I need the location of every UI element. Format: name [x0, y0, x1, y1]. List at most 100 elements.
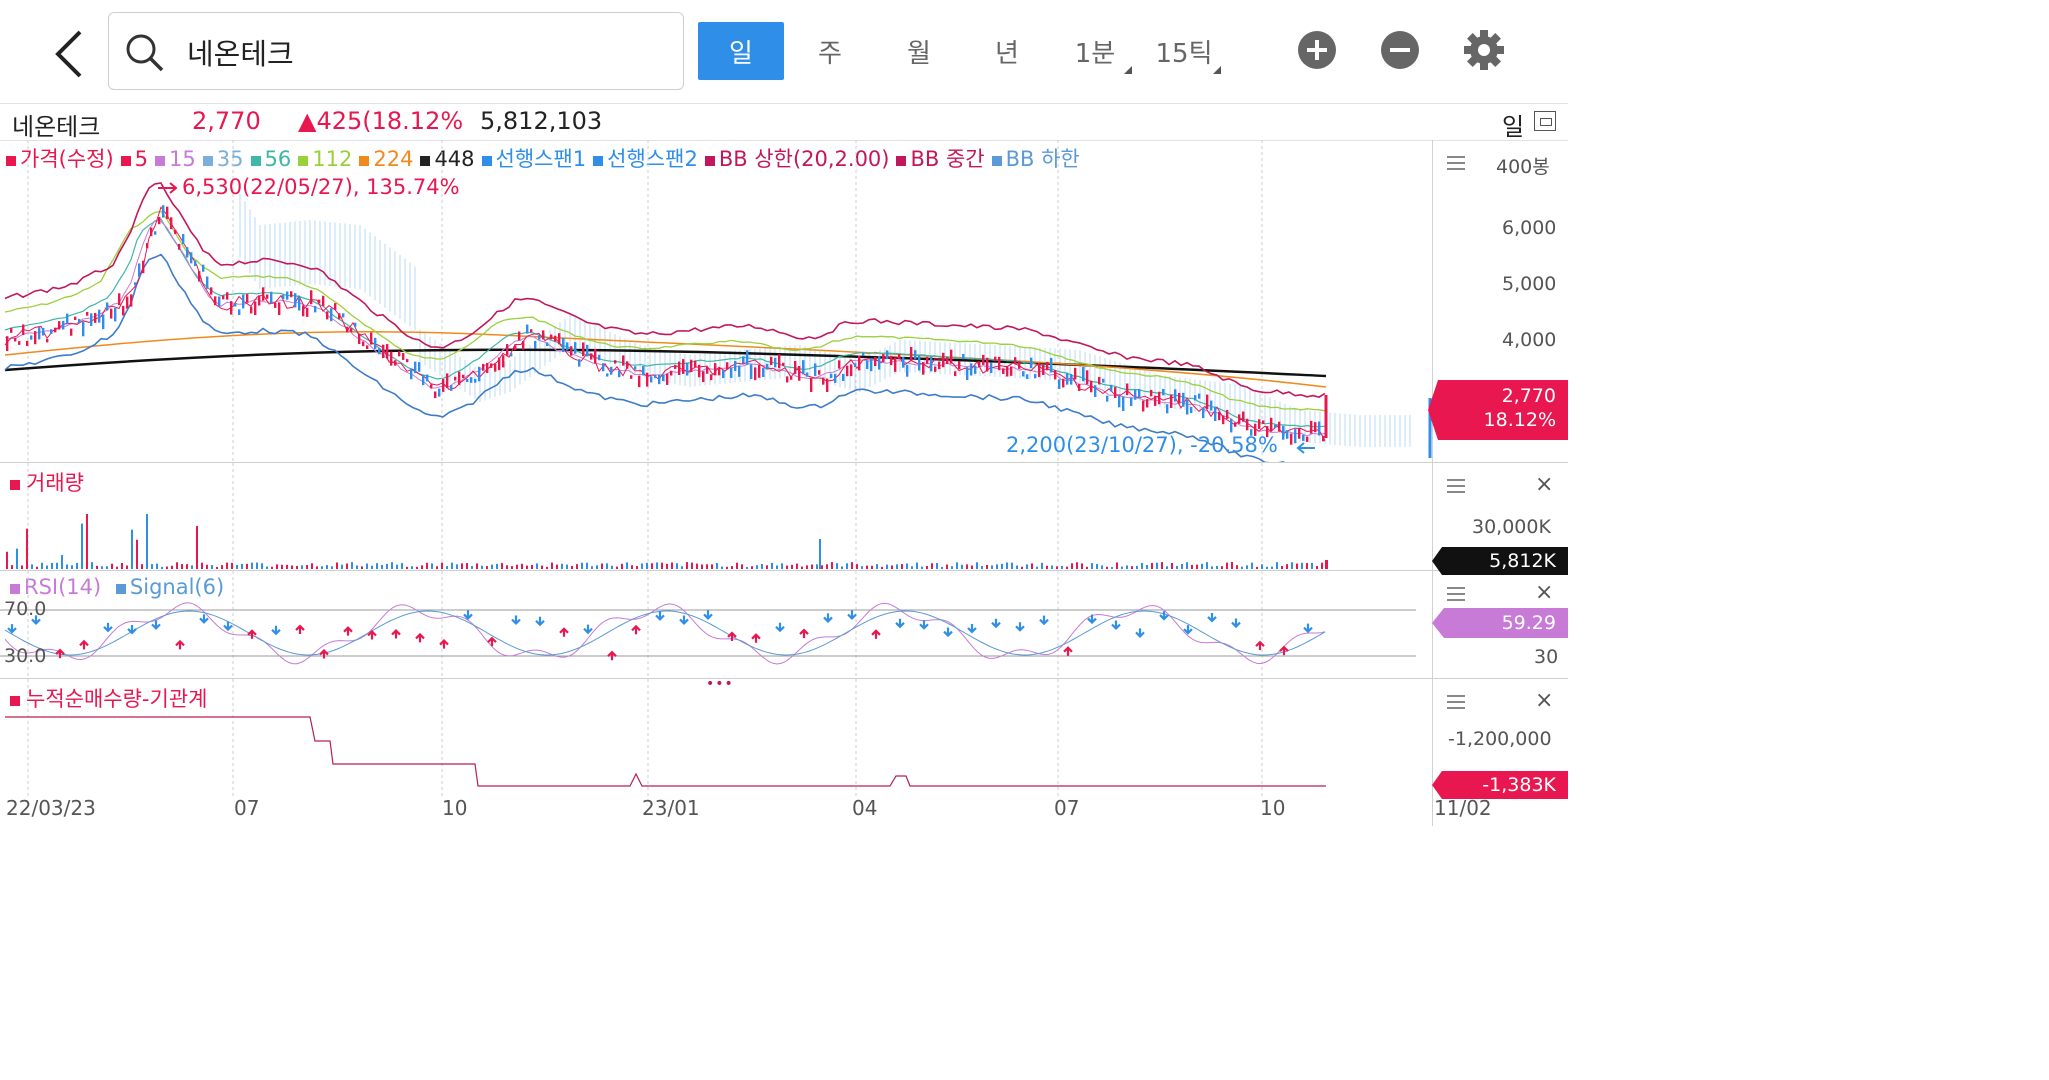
- candle: [1046, 361, 1049, 371]
- candle: [250, 306, 253, 314]
- volume-bar: [271, 566, 273, 569]
- candle: [614, 360, 617, 364]
- candle: [1234, 422, 1237, 427]
- net-buy-chart[interactable]: [0, 679, 1432, 799]
- volume-bar: [666, 563, 668, 569]
- candle: [918, 355, 921, 371]
- x-tick: 10: [1260, 796, 1286, 820]
- close-icon[interactable]: ×: [1535, 688, 1553, 713]
- candle: [1086, 370, 1089, 385]
- volume-bar: [316, 566, 318, 569]
- zoom-in-button[interactable]: [1298, 31, 1336, 69]
- candle: [670, 370, 673, 376]
- search-input[interactable]: 네온테크: [108, 12, 684, 90]
- candle: [78, 318, 81, 324]
- volume-bar: [196, 526, 198, 569]
- candle: [30, 335, 33, 340]
- volume-bar: [1011, 562, 1013, 569]
- candle: [622, 355, 625, 366]
- tab-tick[interactable]: 15틱: [1141, 22, 1227, 80]
- candle: [106, 302, 109, 311]
- candle: [1270, 417, 1273, 432]
- sell-arrow-icon: [655, 611, 665, 621]
- back-button[interactable]: [50, 28, 90, 80]
- period-indicator: 일: [1502, 113, 1525, 141]
- candle: [1010, 366, 1013, 376]
- close-icon[interactable]: ×: [1535, 472, 1553, 497]
- volume-bar: [146, 514, 148, 569]
- candle: [1170, 394, 1173, 408]
- volume-bar: [1186, 562, 1188, 569]
- volume-bar: [1171, 562, 1173, 569]
- candle: [630, 375, 633, 379]
- volume-bar: [381, 564, 383, 569]
- tab-minute[interactable]: 1분: [1052, 22, 1138, 80]
- sell-arrow-icon: [847, 610, 857, 621]
- zoom-out-button[interactable]: [1381, 31, 1419, 69]
- candle: [350, 328, 353, 333]
- volume-bar: [586, 562, 588, 569]
- candle: [314, 305, 317, 313]
- candle: [150, 227, 153, 237]
- candle: [870, 358, 873, 372]
- volume-bar: [446, 566, 448, 569]
- tab-year[interactable]: 년: [964, 22, 1050, 80]
- candle: [1002, 368, 1005, 374]
- candle: [1258, 419, 1261, 429]
- candle: [66, 313, 69, 325]
- volume-bar: [506, 565, 508, 569]
- expand-button[interactable]: [1534, 111, 1556, 131]
- close-icon[interactable]: ×: [1535, 580, 1553, 605]
- volume-bar: [1056, 566, 1058, 569]
- rsi-chart[interactable]: [0, 571, 1432, 678]
- volume-bar: [86, 514, 88, 569]
- tab-day[interactable]: 일: [698, 22, 784, 80]
- tab-week[interactable]: 주: [787, 22, 873, 80]
- tab-month[interactable]: 월: [876, 22, 962, 80]
- candle: [722, 370, 725, 379]
- candle: [1090, 380, 1093, 393]
- volume-bar: [541, 565, 543, 569]
- volume-bar: [286, 564, 288, 569]
- buy-arrow-icon: [1255, 640, 1265, 651]
- volume-bar: [21, 565, 23, 569]
- candle: [1030, 357, 1033, 369]
- menu-icon[interactable]: [1447, 479, 1465, 493]
- candle: [858, 355, 861, 371]
- volume-bar: [676, 563, 678, 569]
- volume-bar: [1066, 566, 1068, 569]
- candle: [186, 247, 189, 258]
- volume-bar: [141, 564, 143, 569]
- candle: [502, 355, 505, 368]
- menu-icon[interactable]: [1447, 156, 1465, 170]
- volume-bar: [1161, 562, 1163, 569]
- volume-bar: [1071, 563, 1073, 569]
- volume-bar: [796, 563, 798, 569]
- sell-arrow-icon: [271, 625, 281, 636]
- buy-arrow-icon: [1063, 646, 1073, 656]
- volume-bar: [641, 563, 643, 569]
- volume-bar: [191, 565, 193, 569]
- volume-bar: [1076, 562, 1078, 569]
- volume-bar: [101, 566, 103, 569]
- candle: [362, 341, 365, 347]
- volume-bar: [221, 565, 223, 569]
- volume-bar: [931, 563, 933, 569]
- volume-bar: [321, 566, 323, 569]
- menu-icon[interactable]: [1447, 695, 1465, 709]
- candle: [1018, 361, 1021, 369]
- candle: [582, 342, 585, 357]
- candle: [214, 296, 217, 306]
- candle: [1290, 433, 1293, 445]
- volume-bar: [1176, 565, 1178, 569]
- candle: [462, 374, 465, 379]
- menu-icon[interactable]: [1447, 587, 1465, 601]
- volume-bar: [501, 562, 503, 569]
- candle: [162, 205, 165, 218]
- candle: [886, 350, 889, 360]
- settings-button[interactable]: [1462, 28, 1506, 72]
- volume-chart[interactable]: [0, 463, 1432, 570]
- tab-label: 주: [818, 38, 842, 69]
- volume-bar: [606, 563, 608, 569]
- volume-bar: [621, 563, 623, 569]
